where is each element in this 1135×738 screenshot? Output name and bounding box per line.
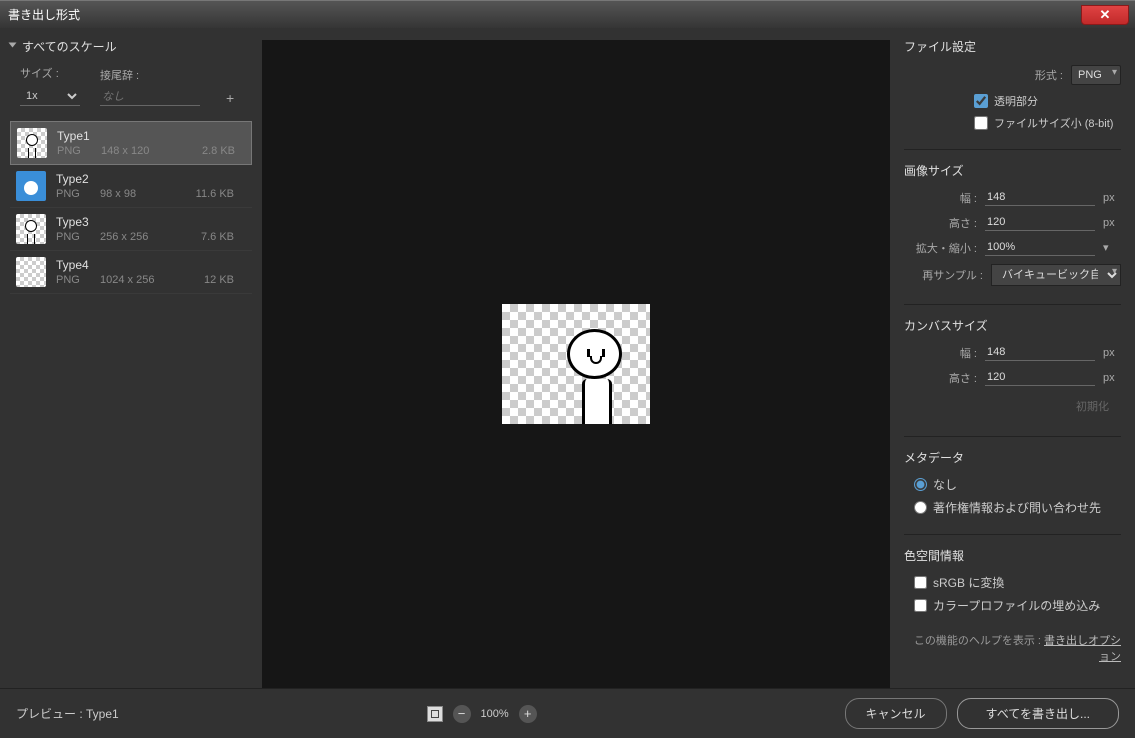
format-select[interactable]: PNG (1071, 65, 1121, 85)
help-text: この機能のヘルプを表示 : 書き出しオプション (904, 632, 1121, 664)
left-panel: すべてのスケール サイズ : 1x 接尾辞 : + Type1 PNG148 x… (0, 28, 262, 688)
type-item[interactable]: Type4 PNG1024 x 25612 KB (10, 251, 252, 294)
type-item[interactable]: Type1 PNG148 x 1202.8 KB (10, 121, 252, 165)
chevron-down-icon[interactable]: ▾ (1103, 241, 1121, 254)
image-height-input[interactable] (985, 214, 1095, 231)
main-content: すべてのスケール サイズ : 1x 接尾辞 : + Type1 PNG148 x… (0, 28, 1135, 688)
metadata-none-radio[interactable] (914, 478, 927, 491)
embed-profile-checkbox[interactable] (914, 599, 927, 612)
image-width-input[interactable] (985, 189, 1095, 206)
export-all-button[interactable]: すべてを書き出し... (957, 698, 1119, 729)
small-file-checkbox[interactable] (974, 116, 988, 130)
preview-image (502, 304, 650, 424)
metadata-title: メタデータ (904, 449, 1121, 466)
close-button[interactable]: ✕ (1081, 5, 1129, 25)
type-name: Type2 (56, 172, 246, 186)
types-list: Type1 PNG148 x 1202.8 KB Type2 PNG98 x 9… (10, 121, 252, 294)
window-title: 書き出し形式 (8, 6, 80, 23)
suffix-label: 接尾辞 : (100, 67, 200, 83)
transparent-label: 透明部分 (994, 93, 1038, 109)
zoom-out-button[interactable]: − (453, 705, 471, 723)
colorspace-section: 色空間情報 sRGB に変換 カラープロファイルの埋め込み (904, 547, 1121, 614)
preview-panel (262, 40, 890, 688)
metadata-copyright-radio[interactable] (914, 501, 927, 514)
thumb-icon (16, 257, 46, 287)
type-name: Type3 (56, 215, 246, 229)
size-label: サイズ : (20, 65, 80, 81)
grid-icon[interactable] (427, 706, 443, 722)
thumb-icon (16, 214, 46, 244)
right-panel: ファイル設定 形式 : PNG 透明部分 ファイルサイズ小 (8-bit) 画像… (890, 28, 1135, 688)
resample-select[interactable]: バイキュービック自動 (991, 264, 1121, 286)
type-name: Type4 (56, 258, 246, 272)
image-size-title: 画像サイズ (904, 162, 1121, 179)
canvas-size-section: カンバスサイズ 幅 :px 高さ :px 初期化 (904, 317, 1121, 418)
type-name: Type1 (57, 129, 245, 143)
zoom-value: 100% (481, 708, 509, 720)
help-link[interactable]: 書き出しオプション (1044, 635, 1121, 663)
canvas-size-title: カンバスサイズ (904, 317, 1121, 334)
scale-input[interactable] (985, 239, 1095, 256)
scales-title: すべてのスケール (10, 38, 252, 55)
format-label: 形式 : (1035, 67, 1063, 83)
small-file-label: ファイルサイズ小 (8-bit) (994, 115, 1113, 131)
scale-controls: サイズ : 1x 接尾辞 : + (20, 65, 252, 106)
add-scale-button[interactable]: + (220, 90, 240, 106)
file-settings-title: ファイル設定 (904, 38, 1121, 55)
type-item[interactable]: Type2 PNG98 x 9811.6 KB (10, 165, 252, 208)
reset-button[interactable]: 初期化 (1064, 394, 1121, 418)
metadata-section: メタデータ なし 著作権情報および問い合わせ先 (904, 449, 1121, 516)
srgb-checkbox[interactable] (914, 576, 927, 589)
canvas-height-input[interactable] (985, 369, 1095, 386)
transparent-checkbox[interactable] (974, 94, 988, 108)
colorspace-title: 色空間情報 (904, 547, 1121, 564)
type-item[interactable]: Type3 PNG256 x 2567.6 KB (10, 208, 252, 251)
file-settings-section: ファイル設定 形式 : PNG 透明部分 ファイルサイズ小 (8-bit) (904, 38, 1121, 131)
canvas-width-input[interactable] (985, 344, 1095, 361)
cancel-button[interactable]: キャンセル (845, 698, 947, 729)
thumb-icon (17, 128, 47, 158)
size-select[interactable]: 1x (20, 87, 80, 106)
zoom-in-button[interactable]: + (519, 705, 537, 723)
titlebar: 書き出し形式 ✕ (0, 0, 1135, 28)
footer: プレビュー : Type1 − 100% + キャンセル すべてを書き出し... (0, 688, 1135, 738)
image-size-section: 画像サイズ 幅 :px 高さ :px 拡大・縮小 :▾ 再サンプル :バイキュー… (904, 162, 1121, 286)
suffix-input[interactable] (100, 89, 200, 106)
thumb-icon (16, 171, 46, 201)
preview-label: プレビュー : Type1 (16, 705, 119, 722)
